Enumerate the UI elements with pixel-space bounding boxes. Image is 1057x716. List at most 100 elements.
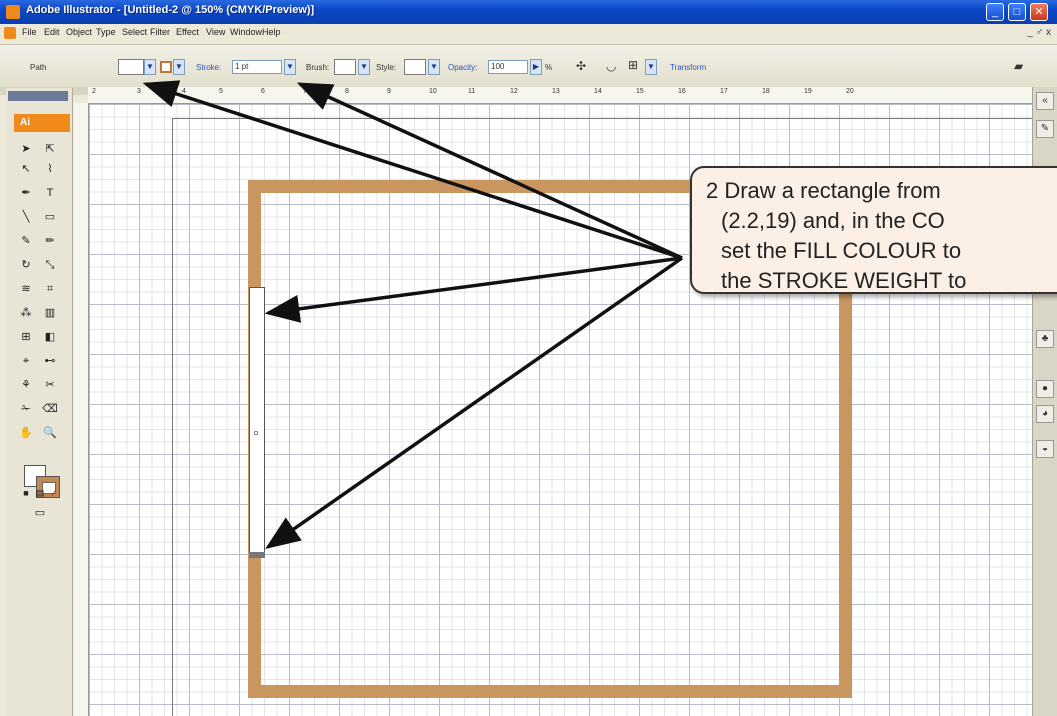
ruler-number: 10: [429, 88, 437, 95]
ruler-number: 12: [510, 88, 518, 95]
menu-type[interactable]: Type: [96, 27, 116, 37]
pencil-tool-icon[interactable]: ✏: [40, 232, 60, 250]
style-swatch[interactable]: [404, 59, 426, 75]
opacity-dropdown[interactable]: ▶: [530, 59, 542, 75]
ruler-number: 20: [846, 88, 854, 95]
menu-filter[interactable]: Filter: [150, 27, 170, 37]
eyedropper-tool-icon[interactable]: ⌖: [16, 352, 36, 370]
horizontal-ruler: [88, 87, 1032, 104]
selection-tool-icon[interactable]: ➤: [16, 140, 36, 158]
warp-tool-icon[interactable]: ≋: [16, 280, 36, 298]
toolbox-title-bar[interactable]: [8, 91, 68, 101]
ruler-number: 18: [762, 88, 770, 95]
window-title: Adobe Illustrator - [Untitled-2 @ 150% (…: [26, 4, 315, 16]
ruler-number: 14: [594, 88, 602, 95]
style-dropdown[interactable]: ▼: [428, 59, 440, 75]
stroke-color-dropdown[interactable]: ▼: [173, 59, 185, 75]
artboard-edge: [172, 118, 173, 716]
symbol-sprayer-tool-icon[interactable]: ⁂: [16, 304, 36, 322]
document-icon[interactable]: [4, 27, 16, 39]
ruler-number: 2: [92, 88, 96, 95]
scale-tool-icon[interactable]: ⤡: [40, 256, 60, 274]
ruler-number: 6: [261, 88, 265, 95]
menu-edit[interactable]: Edit: [44, 27, 60, 37]
thin-rectangle[interactable]: [249, 287, 265, 557]
illustrator-app-icon: [6, 5, 20, 19]
control-bar: [0, 45, 1057, 88]
menu-file[interactable]: File: [22, 27, 37, 37]
gradient-tool-icon[interactable]: ◧: [40, 328, 60, 346]
appearance-panel-icon[interactable]: ●: [1036, 380, 1054, 398]
blend-tool-icon[interactable]: ⊷: [40, 352, 60, 370]
scissors-tool-icon[interactable]: ✁: [16, 400, 36, 418]
column-graph-tool-icon[interactable]: ▥: [40, 304, 60, 322]
paintbrush-tool-icon[interactable]: ✎: [16, 232, 36, 250]
menu-help[interactable]: Help: [262, 27, 281, 37]
type-tool-icon[interactable]: T: [40, 184, 60, 202]
callout-line-1: 2 Draw a rectangle from: [706, 178, 941, 203]
stroke-color-swatch[interactable]: [160, 61, 172, 73]
fill-dropdown-arrow[interactable]: ▼: [144, 59, 156, 75]
menu-effect[interactable]: Effect: [176, 27, 199, 37]
close-icon[interactable]: ✕: [1030, 3, 1048, 21]
panel-menu-icon[interactable]: ▰: [1014, 59, 1023, 73]
ruler-number: 17: [720, 88, 728, 95]
lasso-tool-icon[interactable]: ⌇: [40, 160, 60, 178]
ruler-number: 9: [387, 88, 391, 95]
stroke-weight-dropdown[interactable]: ▼: [284, 59, 296, 75]
hand-tool-icon[interactable]: ✋: [16, 424, 36, 442]
ruler-number: 13: [552, 88, 560, 95]
direct-selection-tool-icon[interactable]: ⇱: [40, 140, 60, 158]
recolor-icon[interactable]: ✣: [576, 59, 586, 73]
style-label: Style:: [376, 63, 397, 72]
stroke-weight-field[interactable]: 1 pt: [232, 60, 282, 74]
menu-select[interactable]: Select: [122, 27, 147, 37]
ruler-number: 11: [468, 88, 476, 95]
mesh-tool-icon[interactable]: ⊞: [16, 328, 36, 346]
panel-collapse-icon[interactable]: «: [1036, 92, 1054, 110]
menu-object[interactable]: Object: [66, 27, 92, 37]
ruler-number: 8: [345, 88, 349, 95]
pen-tool-icon[interactable]: ✒: [16, 184, 36, 202]
symbols-panel-icon[interactable]: ♣: [1036, 330, 1054, 348]
fill-color-swatch[interactable]: [118, 59, 144, 75]
brush-label: Brush:: [306, 63, 330, 72]
rotate-tool-icon[interactable]: ↻: [16, 256, 36, 274]
vertical-ruler: [74, 103, 89, 716]
line-tool-icon[interactable]: ╲: [16, 208, 36, 226]
ruler-number: 19: [804, 88, 812, 95]
align-dropdown[interactable]: ▼: [645, 59, 657, 75]
slice-tool-icon[interactable]: ✂: [40, 376, 60, 394]
ai-logo: Ai: [14, 114, 70, 132]
free-transform-tool-icon[interactable]: ⌗: [40, 280, 60, 298]
live-paint-tool-icon[interactable]: ⚘: [16, 376, 36, 394]
selection-type-label: Path: [30, 63, 47, 72]
maximize-icon[interactable]: □: [1008, 3, 1026, 21]
ruler-number: 5: [219, 88, 223, 95]
minimize-icon[interactable]: _: [986, 3, 1004, 21]
menu-view[interactable]: View: [206, 27, 225, 37]
transform-link[interactable]: Transform: [670, 63, 706, 72]
document-window-controls[interactable]: _ ♂ x: [1027, 27, 1051, 38]
magic-wand-tool-icon[interactable]: ↖: [16, 160, 36, 178]
brush-dropdown[interactable]: ▼: [358, 59, 370, 75]
align-icon[interactable]: ⊞: [628, 58, 638, 72]
opacity-unit: %: [545, 63, 553, 72]
callout-line-3: set the FILL COLOUR to: [721, 238, 962, 263]
eraser-tool-icon[interactable]: ⌫: [40, 400, 60, 418]
brush-panel-icon[interactable]: ✎: [1036, 120, 1054, 138]
layers-panel-icon[interactable]: ◒: [1036, 440, 1054, 458]
rectangle-tool-icon[interactable]: ▭: [40, 208, 60, 226]
ruler-number: 16: [678, 88, 686, 95]
opacity-field[interactable]: 100: [488, 60, 528, 74]
brush-swatch[interactable]: [334, 59, 356, 75]
callout-line-2: (2.2,19) and, in the CO: [721, 208, 945, 233]
zoom-tool-icon[interactable]: 🔍: [40, 424, 60, 442]
graphic-styles-panel-icon[interactable]: ◕: [1036, 405, 1054, 423]
opacity-label[interactable]: Opacity:: [448, 63, 477, 72]
screen-mode-icon[interactable]: ▭: [30, 504, 50, 522]
none-mode-icon[interactable]: ∕: [44, 484, 64, 502]
isolate-icon[interactable]: ◡: [606, 59, 616, 73]
stroke-label[interactable]: Stroke:: [196, 63, 221, 72]
menu-window[interactable]: Window: [230, 27, 262, 37]
